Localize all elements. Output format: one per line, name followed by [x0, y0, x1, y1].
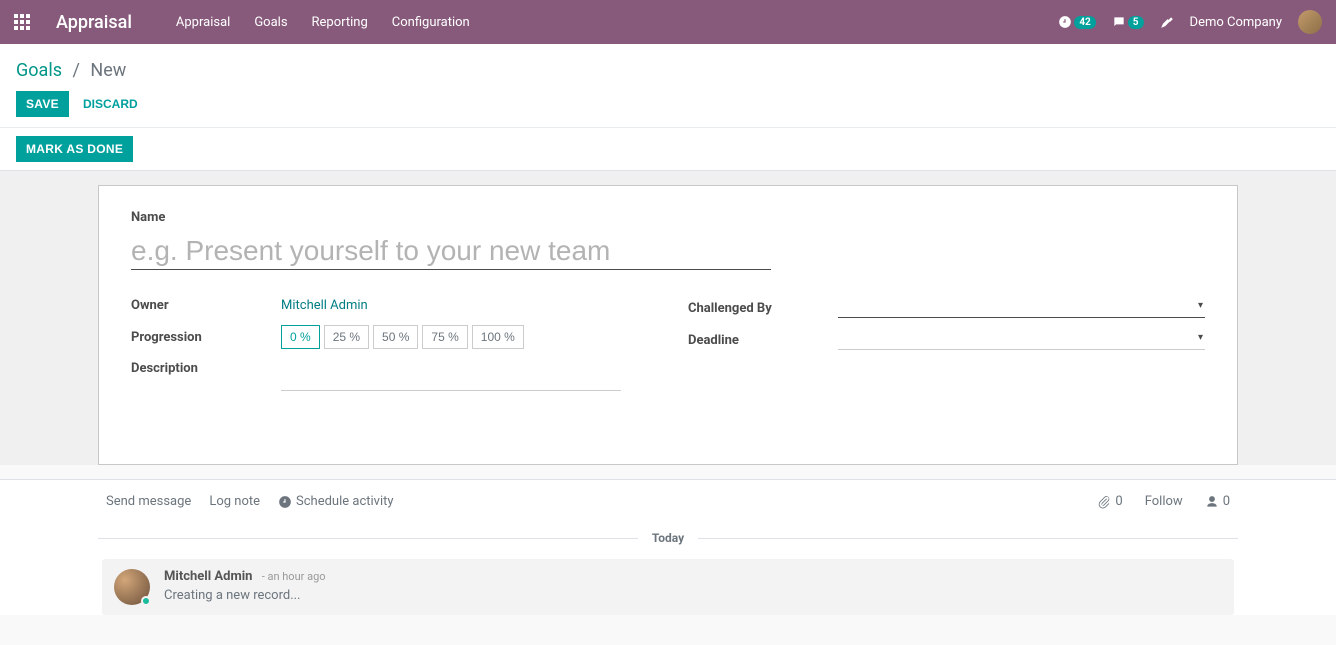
message-time: - an hour ago: [262, 570, 326, 583]
discard-button[interactable]: DISCARD: [83, 97, 138, 111]
clock-icon: [1058, 15, 1072, 29]
breadcrumb: Goals / New: [16, 54, 1320, 91]
activity-indicator[interactable]: 42: [1058, 15, 1095, 29]
chatter-date-separator: Today: [638, 531, 698, 545]
user-icon: [1205, 495, 1219, 509]
message-body: Creating a new record...: [164, 588, 326, 603]
paperclip-icon: [1097, 495, 1111, 509]
mark-as-done-button[interactable]: MARK AS DONE: [16, 136, 133, 162]
progression-options: 0 % 25 % 50 % 75 % 100 %: [281, 325, 648, 349]
name-input[interactable]: [131, 229, 771, 270]
description-input[interactable]: [281, 369, 621, 391]
message-avatar: [114, 569, 150, 605]
nav-item-appraisal[interactable]: Appraisal: [176, 15, 230, 30]
progression-100[interactable]: 100 %: [472, 325, 524, 349]
chatter-message: Mitchell Admin - an hour ago Creating a …: [102, 559, 1234, 615]
name-label: Name: [131, 210, 1205, 225]
owner-label: Owner: [131, 298, 281, 313]
discuss-badge: 5: [1128, 16, 1144, 29]
progression-50[interactable]: 50 %: [373, 325, 418, 349]
developer-tools-icon[interactable]: [1160, 14, 1174, 30]
progression-label: Progression: [131, 330, 281, 345]
progression-25[interactable]: 25 %: [324, 325, 369, 349]
save-button[interactable]: SAVE: [16, 91, 69, 117]
message-author[interactable]: Mitchell Admin: [164, 569, 252, 584]
follower-count[interactable]: 0: [1205, 494, 1230, 509]
schedule-activity-tab[interactable]: Schedule activity: [278, 494, 394, 509]
breadcrumb-current: New: [90, 60, 126, 81]
nav-item-configuration[interactable]: Configuration: [392, 15, 470, 30]
attachment-count[interactable]: 0: [1097, 494, 1122, 509]
nav-menu: Appraisal Goals Reporting Configuration: [176, 15, 470, 30]
deadline-input[interactable]: [838, 330, 1205, 350]
challenged-by-label: Challenged By: [688, 301, 838, 316]
description-label: Description: [131, 361, 281, 376]
send-message-tab[interactable]: Send message: [106, 494, 191, 509]
presence-dot-icon: [141, 596, 151, 606]
progression-0[interactable]: 0 %: [281, 325, 320, 349]
breadcrumb-root[interactable]: Goals: [16, 60, 62, 81]
log-note-tab[interactable]: Log note: [209, 494, 260, 509]
nav-item-goals[interactable]: Goals: [254, 15, 287, 30]
challenged-by-input[interactable]: [838, 298, 1205, 318]
user-avatar[interactable]: [1298, 10, 1322, 34]
breadcrumb-separator: /: [72, 60, 79, 81]
activity-badge: 42: [1074, 16, 1095, 29]
apps-icon[interactable]: [14, 14, 30, 30]
discuss-indicator[interactable]: 5: [1112, 15, 1144, 29]
progression-75[interactable]: 75 %: [422, 325, 467, 349]
chat-icon: [1112, 15, 1126, 29]
deadline-label: Deadline: [688, 333, 838, 348]
owner-value[interactable]: Mitchell Admin: [281, 298, 368, 313]
nav-item-reporting[interactable]: Reporting: [312, 15, 368, 30]
clock-icon: [278, 495, 292, 509]
company-name[interactable]: Demo Company: [1190, 15, 1282, 30]
form-sheet: Name Owner Mitchell Admin Progression 0 …: [98, 185, 1238, 465]
app-brand: Appraisal: [56, 12, 132, 33]
follow-button[interactable]: Follow: [1145, 494, 1183, 509]
